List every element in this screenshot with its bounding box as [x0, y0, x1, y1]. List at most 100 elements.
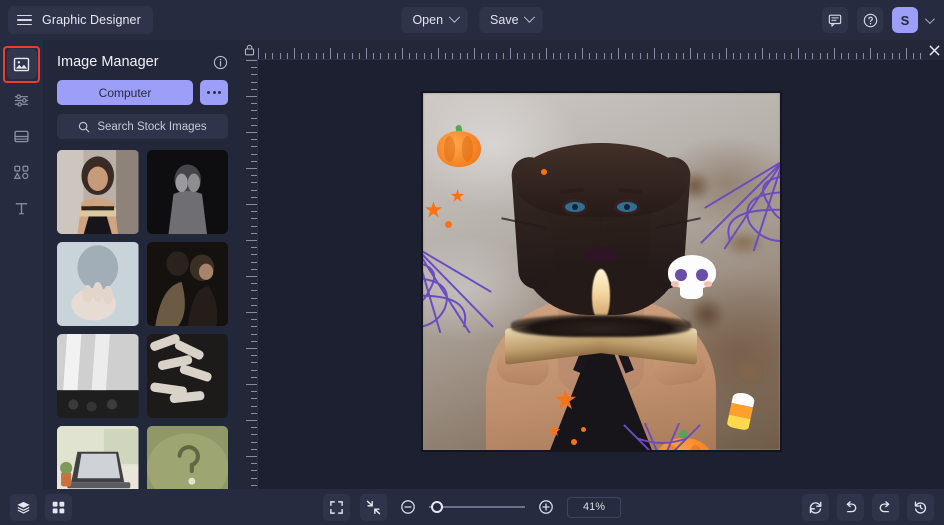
ruler-tick [251, 189, 257, 191]
sticker-spider-web[interactable] [695, 159, 780, 251]
sticker-spider-web[interactable] [422, 245, 499, 333]
thumbnail-woman-with-book-halloween[interactable] [57, 150, 139, 234]
ruler-tick [769, 53, 771, 59]
ruler-tick [855, 53, 857, 59]
more-options-button[interactable] [200, 80, 228, 105]
ruler-tick [251, 261, 257, 263]
grid-view-button[interactable] [45, 493, 72, 521]
ruler-tick [251, 412, 257, 414]
shrink-button[interactable] [360, 493, 387, 521]
sticker-dot[interactable] [570, 439, 577, 445]
ruler-tick [718, 53, 720, 59]
ruler-tick [610, 53, 612, 59]
search-stock-images-button[interactable]: Search Stock Images [57, 114, 228, 139]
undo-button[interactable] [837, 493, 864, 521]
open-button[interactable]: Open [401, 7, 468, 33]
ruler-tick [481, 53, 483, 59]
thumbnail-person-covering-face-dark[interactable] [146, 150, 228, 234]
ruler-tick [690, 48, 691, 59]
fit-to-screen-button[interactable] [323, 493, 350, 521]
grid-icon [52, 501, 65, 513]
sticker-skull[interactable] [667, 255, 716, 299]
sidebar-item-layout[interactable] [7, 121, 37, 151]
ruler-tick [272, 53, 274, 59]
ruler-tick [920, 53, 922, 59]
zoom-level-value[interactable]: 41% [567, 496, 621, 518]
layers-button[interactable] [10, 493, 37, 521]
history-button[interactable] [907, 493, 934, 521]
save-button[interactable]: Save [479, 7, 543, 33]
ruler-tick [251, 268, 257, 270]
close-ruler-button[interactable] [924, 40, 944, 60]
ruler-tick [251, 146, 257, 148]
ruler-tick [251, 196, 257, 198]
ruler-tick [423, 53, 425, 59]
redo-button[interactable] [872, 493, 899, 521]
ruler-tick [251, 153, 257, 155]
thumbnail-many-hands-black-white[interactable] [146, 334, 228, 418]
ruler-tick [251, 283, 257, 285]
thumbnail-blurred-hand-reaching[interactable] [57, 242, 139, 326]
sidebar-item-text[interactable] [7, 193, 37, 223]
chevron-down-icon [523, 11, 536, 23]
panel-source-row: Computer [43, 80, 240, 105]
sticker-dot[interactable] [540, 169, 547, 175]
thumbnail-two-people-embracing-dark[interactable] [146, 242, 228, 326]
sidebar-item-images[interactable] [3, 45, 40, 83]
ruler-tick [387, 53, 389, 59]
sticker-spider-web[interactable] [619, 423, 705, 450]
thumbnail-dark-room-light-beams[interactable] [57, 334, 139, 418]
chevron-down-icon [448, 11, 460, 23]
avatar-chevron-down-icon[interactable] [924, 13, 935, 24]
zoom-in-button[interactable] [535, 496, 557, 518]
sticker-dot[interactable] [444, 221, 452, 228]
sidebar-item-adjustments[interactable] [7, 85, 37, 115]
ruler-tick [870, 48, 871, 59]
ruler-tick [510, 48, 511, 59]
ruler-tick [279, 53, 281, 59]
help-button[interactable] [857, 7, 883, 33]
hamburger-icon[interactable] [17, 14, 32, 26]
info-icon[interactable] [213, 55, 228, 70]
zoom-slider[interactable] [429, 499, 525, 515]
vertical-ruler[interactable] [240, 60, 258, 489]
ruler-tick [246, 312, 257, 313]
brand-menu-button[interactable]: Graphic Designer [8, 6, 153, 34]
horizontal-ruler[interactable] [240, 40, 944, 60]
ruler-tick [251, 182, 257, 184]
ruler-tick [762, 48, 763, 59]
zoom-out-button[interactable] [397, 496, 419, 518]
ruler-tick [251, 297, 257, 299]
ruler-tick [524, 53, 526, 59]
panel-header: Image Manager [43, 40, 240, 80]
ruler-tick [251, 434, 257, 436]
computer-button[interactable]: Computer [57, 80, 193, 105]
sticker-dot[interactable] [580, 427, 586, 432]
ruler-tick [531, 53, 533, 59]
ruler-tick [430, 53, 432, 59]
zoom-slider-handle[interactable] [431, 501, 443, 513]
ruler-tick [251, 124, 257, 126]
sticker-pumpkin[interactable] [436, 124, 481, 167]
ruler-ticks-horizontal [258, 40, 944, 59]
artboard[interactable] [420, 91, 782, 452]
canvas-stage[interactable] [258, 60, 944, 489]
ruler-tick [409, 53, 411, 59]
fit-screen-icon [330, 500, 343, 514]
ruler-tick [251, 117, 257, 119]
ruler-tick [834, 48, 835, 59]
reset-button[interactable] [802, 493, 829, 521]
user-avatar[interactable]: S [892, 7, 918, 33]
ruler-tick [251, 441, 257, 443]
ruler-tick [246, 240, 257, 241]
ruler-lock-button[interactable] [240, 40, 258, 59]
burn-ash [511, 314, 691, 337]
ruler-tick [251, 362, 257, 364]
thumbnail-question-mark-green-wall[interactable] [146, 426, 228, 489]
thumbnail-laptop-on-desk[interactable] [57, 426, 139, 489]
chat-button[interactable] [822, 7, 848, 33]
ruler-tick [251, 463, 257, 465]
ruler-tick [603, 53, 605, 59]
sidebar-item-shapes[interactable] [7, 157, 37, 187]
ruler-tick [251, 326, 257, 328]
